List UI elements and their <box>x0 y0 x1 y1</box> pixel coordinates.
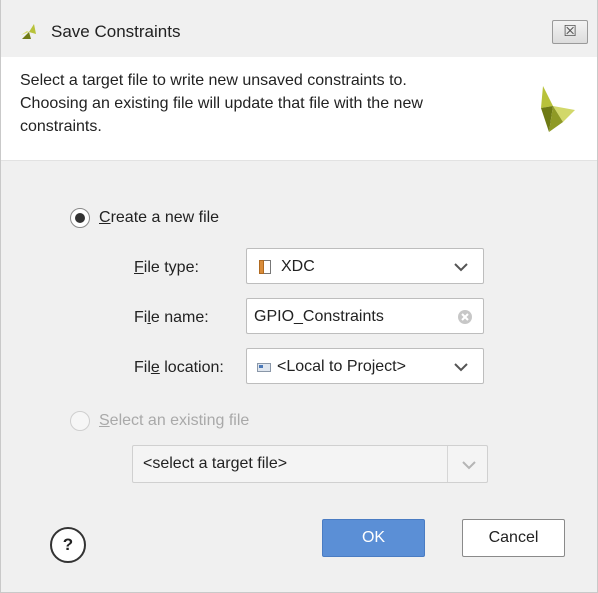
label-text: elect an existing file <box>109 412 250 429</box>
close-button[interactable]: ☒ <box>552 20 588 44</box>
help-button[interactable]: ? <box>50 527 86 563</box>
label-text: ile type: <box>143 259 199 276</box>
existing-file-value: <select a target file> <box>143 455 288 472</box>
header-message: Select a target file to write new unsave… <box>20 69 510 138</box>
file-type-value: XDC <box>281 258 315 275</box>
chevron-down-icon <box>462 461 476 470</box>
help-icon: ? <box>62 535 74 554</box>
mnemonic: e <box>150 359 160 376</box>
vivado-logo-icon <box>21 24 36 39</box>
header-message-line: Select a target file to write new unsave… <box>20 72 407 89</box>
window-title: Save Constraints <box>51 22 181 41</box>
create-new-file-label[interactable]: Create a new file <box>99 209 219 227</box>
label-text: Fi <box>134 309 148 326</box>
header-message-line: constraints. <box>20 118 102 135</box>
file-location-value: <Local to Project> <box>277 358 406 375</box>
existing-file-select[interactable]: <select a target file> <box>132 445 488 483</box>
label-text: e name: <box>150 309 209 326</box>
label-text: Fil <box>134 359 151 376</box>
clear-text-icon[interactable] <box>457 309 473 325</box>
vivado-header-logo-icon <box>541 86 575 132</box>
dialog-header: Select a target file to write new unsave… <box>1 57 597 161</box>
ok-button[interactable]: OK <box>322 519 425 557</box>
mnemonic: F <box>134 259 144 276</box>
file-name-label: File name: <box>134 309 209 327</box>
dropdown-divider <box>447 446 448 482</box>
chevron-down-icon <box>454 363 468 372</box>
header-message-line: Choosing an existing file will update th… <box>20 95 423 112</box>
file-type-label: File type: <box>134 259 199 277</box>
file-name-value: GPIO_Constraints <box>254 308 384 325</box>
mnemonic: C <box>99 209 111 226</box>
chevron-down-icon <box>454 263 468 272</box>
mnemonic: S <box>99 412 110 429</box>
file-location-dropdown[interactable]: <Local to Project> <box>246 348 484 384</box>
dialog-body: Create a new file File type: XDC File na… <box>1 161 597 591</box>
cancel-button[interactable]: Cancel <box>462 519 565 557</box>
select-existing-file-label[interactable]: Select an existing file <box>99 412 249 430</box>
file-location-label: File location: <box>134 359 224 377</box>
save-constraints-dialog: Save Constraints ☒ Select a target file … <box>0 0 598 593</box>
label-text: reate a new file <box>110 209 220 226</box>
select-existing-file-radio[interactable] <box>70 411 90 431</box>
project-location-icon <box>257 363 271 372</box>
file-name-input[interactable]: GPIO_Constraints <box>246 298 484 334</box>
title-bar: Save Constraints ☒ <box>1 0 597 57</box>
close-icon: ☒ <box>563 23 577 40</box>
label-text: location: <box>159 359 224 376</box>
create-new-file-radio[interactable] <box>70 208 90 228</box>
xdc-file-icon <box>259 260 271 274</box>
file-type-dropdown[interactable]: XDC <box>246 248 484 284</box>
